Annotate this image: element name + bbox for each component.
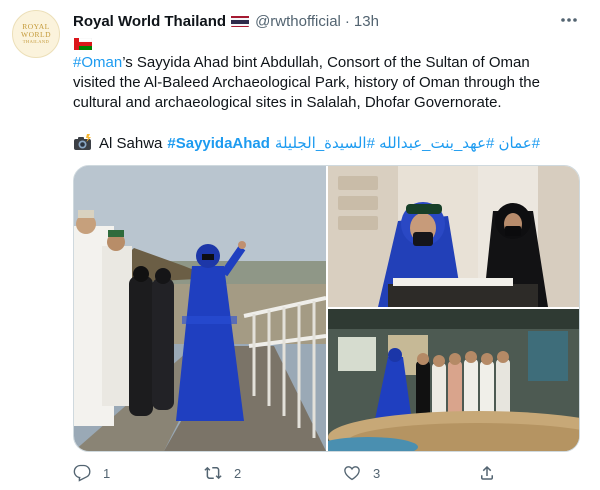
- retweet-count: 2: [234, 465, 242, 481]
- photo-signing[interactable]: [328, 166, 579, 307]
- hashtag-sayyida-ahad[interactable]: #SayyidaAhad: [167, 135, 270, 152]
- reply-icon: [73, 464, 91, 482]
- tweet-text: #Oman’s Sayyida Ahad bint Abdullah, Cons…: [73, 53, 573, 113]
- avatar-text-world: WORLD: [21, 30, 51, 40]
- reply-count: 1: [103, 465, 111, 481]
- media-grid: [73, 165, 580, 452]
- hashtags-arabic[interactable]: #عمان #عهد_بنت_عبدالله #السيدة_الجليلة: [275, 134, 540, 152]
- photo-museum-map[interactable]: [328, 309, 579, 451]
- reply-button[interactable]: 1: [73, 463, 110, 483]
- photo-credit-line: Al Sahwa #SayyidaAhad #عمان #عهد_بنت_عبد…: [73, 133, 540, 153]
- retweet-icon: [204, 466, 222, 480]
- share-icon: [481, 465, 493, 480]
- share-button[interactable]: [478, 463, 508, 483]
- retweet-button[interactable]: 2: [204, 463, 241, 483]
- avatar[interactable]: ROYAL WORLD THAILAND: [12, 10, 60, 58]
- tweet[interactable]: ROYAL WORLD THAILAND Royal World Thailan…: [0, 0, 600, 490]
- oman-flag-icon: [73, 37, 93, 50]
- tweet-header: Royal World Thailand @rwthofficial · 13h: [73, 11, 379, 31]
- avatar-text-thailand: THAILAND: [22, 39, 50, 45]
- like-button[interactable]: 3: [343, 463, 380, 483]
- camera-flash-icon: [73, 134, 93, 152]
- user-handle[interactable]: @rwthofficial: [255, 13, 341, 30]
- tweet-body: ’s Sayyida Ahad bint Abdullah, Consort o…: [73, 54, 540, 111]
- action-bar: 1 2 3: [73, 463, 503, 483]
- like-count: 3: [373, 465, 381, 481]
- photo-source: Al Sahwa: [99, 134, 163, 152]
- display-name[interactable]: Royal World Thailand: [73, 13, 226, 30]
- tweet-timestamp[interactable]: 13h: [354, 13, 379, 30]
- more-horizontal-icon[interactable]: [556, 13, 582, 27]
- thailand-flag-icon: [231, 15, 250, 27]
- photo-walkway[interactable]: [74, 166, 326, 451]
- heart-icon: [344, 466, 360, 481]
- hashtag-oman[interactable]: #Oman: [73, 54, 122, 71]
- header-separator: ·: [344, 12, 350, 30]
